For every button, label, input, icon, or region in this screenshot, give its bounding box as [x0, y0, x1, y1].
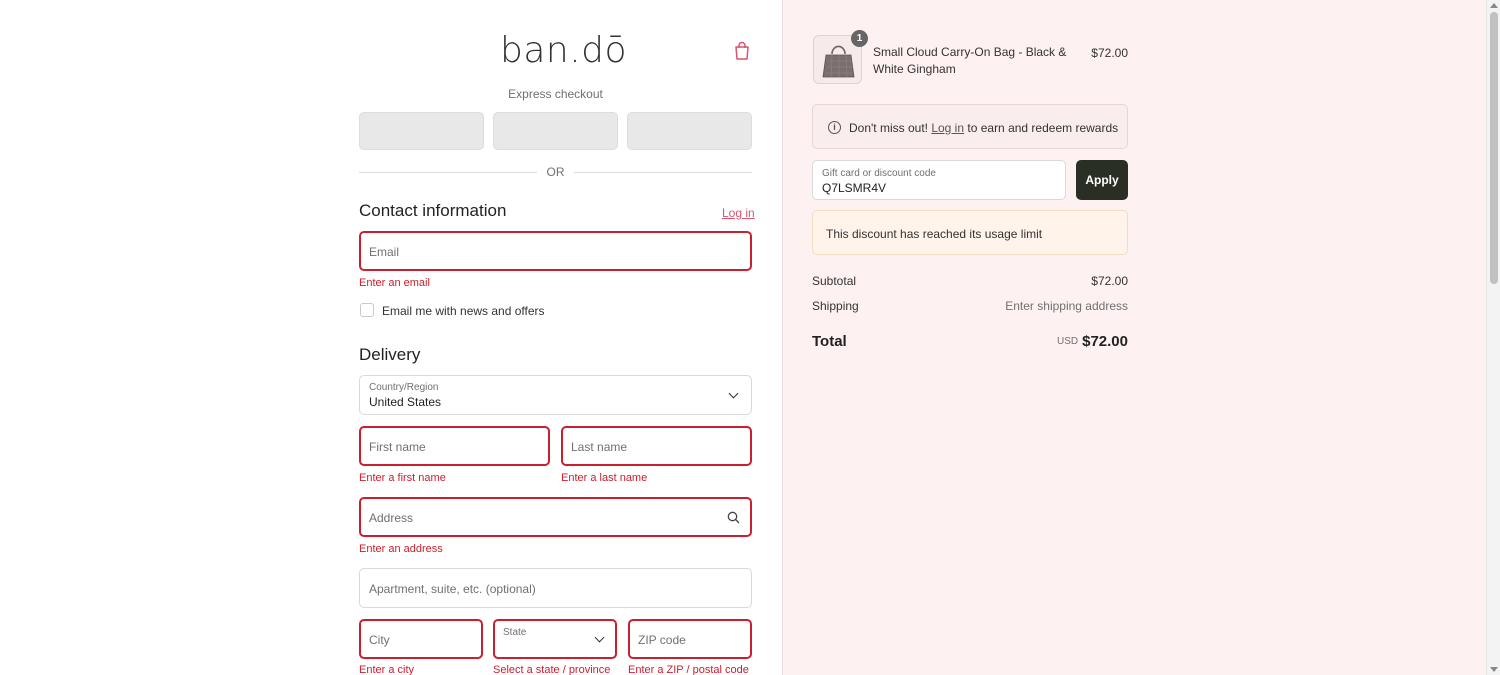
last-name-error: Enter a last name: [561, 472, 648, 484]
discount-value: Q7LSMR4V: [822, 181, 887, 195]
chevron-down-icon: [728, 388, 739, 399]
country-label: Country/Region: [369, 382, 439, 393]
product-price: $72.00: [1091, 46, 1128, 60]
email-field[interactable]: Email: [359, 231, 752, 271]
apartment-placeholder: Apartment, suite, etc. (optional): [369, 582, 536, 596]
newsletter-label: Email me with news and offers: [382, 304, 545, 318]
express-pay-button-1[interactable]: [359, 112, 484, 150]
discount-label: Gift card or discount code: [822, 168, 936, 179]
state-label: State: [503, 627, 527, 638]
newsletter-checkbox[interactable]: [360, 303, 374, 317]
product-name: Small Cloud Carry-On Bag - Black & White…: [873, 45, 1067, 76]
email-placeholder: Email: [369, 245, 400, 259]
first-name-field[interactable]: First name: [359, 426, 550, 466]
total-currency: USD: [1056, 336, 1079, 347]
chevron-down-icon: [594, 632, 605, 643]
apply-discount-button[interactable]: Apply: [1076, 160, 1128, 200]
first-name-placeholder: First name: [369, 440, 426, 454]
contact-section-title: Contact information: [359, 201, 507, 220]
shipping-value: Enter shipping address: [1005, 299, 1128, 313]
city-error: Enter a city: [359, 664, 415, 675]
total-value: $72.00: [1082, 333, 1128, 350]
address-error: Enter an address: [359, 543, 443, 555]
state-select[interactable]: State: [493, 619, 617, 659]
zip-error: Enter a ZIP / postal code: [628, 664, 749, 675]
scroll-down-icon[interactable]: [1490, 667, 1498, 672]
email-error: Enter an email: [359, 277, 430, 289]
country-value: United States: [369, 395, 442, 409]
order-summary-panel: [782, 0, 1486, 675]
first-name-error: Enter a first name: [359, 472, 446, 484]
rewards-suffix: to earn and redeem rewards: [967, 121, 1119, 135]
address-field[interactable]: Address: [359, 497, 752, 537]
city-field[interactable]: City: [359, 619, 483, 659]
address-placeholder: Address: [369, 511, 414, 525]
subtotal-value: $72.00: [1091, 274, 1128, 288]
scroll-up-icon[interactable]: [1490, 3, 1498, 8]
delivery-section-title: Delivery: [359, 345, 421, 364]
total-label: Total: [812, 333, 847, 350]
zip-field[interactable]: ZIP code: [628, 619, 752, 659]
subtotal-label: Subtotal: [812, 274, 857, 288]
discount-warning-text: This discount has reached its usage limi…: [826, 227, 1043, 241]
shopping-bag-icon[interactable]: [733, 41, 751, 61]
scrollbar-thumb[interactable]: [1490, 12, 1498, 284]
rewards-banner: i Don't miss out! Log in to earn and red…: [812, 104, 1128, 149]
page-scrollbar[interactable]: [1486, 0, 1500, 675]
search-icon: [727, 511, 740, 524]
shipping-label: Shipping: [812, 299, 859, 313]
city-placeholder: City: [369, 633, 390, 647]
contact-login-link[interactable]: Log in: [722, 206, 755, 220]
last-name-placeholder: Last name: [571, 440, 628, 454]
express-checkout-label: Express checkout: [508, 87, 603, 101]
express-pay-button-2[interactable]: [493, 112, 618, 150]
or-divider: OR: [359, 165, 752, 179]
express-pay-button-3[interactable]: [627, 112, 752, 150]
rewards-prefix: Don't miss out!: [849, 121, 928, 135]
discount-code-field[interactable]: Gift card or discount code Q7LSMR4V: [812, 160, 1066, 200]
quantity-badge: 1: [851, 30, 868, 47]
country-select[interactable]: Country/Region United States: [359, 375, 752, 415]
info-icon: i: [828, 121, 841, 134]
rewards-login-link[interactable]: Log in: [931, 121, 964, 135]
zip-placeholder: ZIP code: [638, 633, 686, 647]
apartment-field[interactable]: Apartment, suite, etc. (optional): [359, 568, 752, 608]
brand-logo[interactable]: ban.dō: [500, 30, 627, 71]
last-name-field[interactable]: Last name: [561, 426, 752, 466]
state-error: Select a state / province: [493, 664, 611, 675]
discount-warning: This discount has reached its usage limi…: [812, 210, 1128, 255]
total-amount: USD $72.00: [1057, 333, 1128, 351]
